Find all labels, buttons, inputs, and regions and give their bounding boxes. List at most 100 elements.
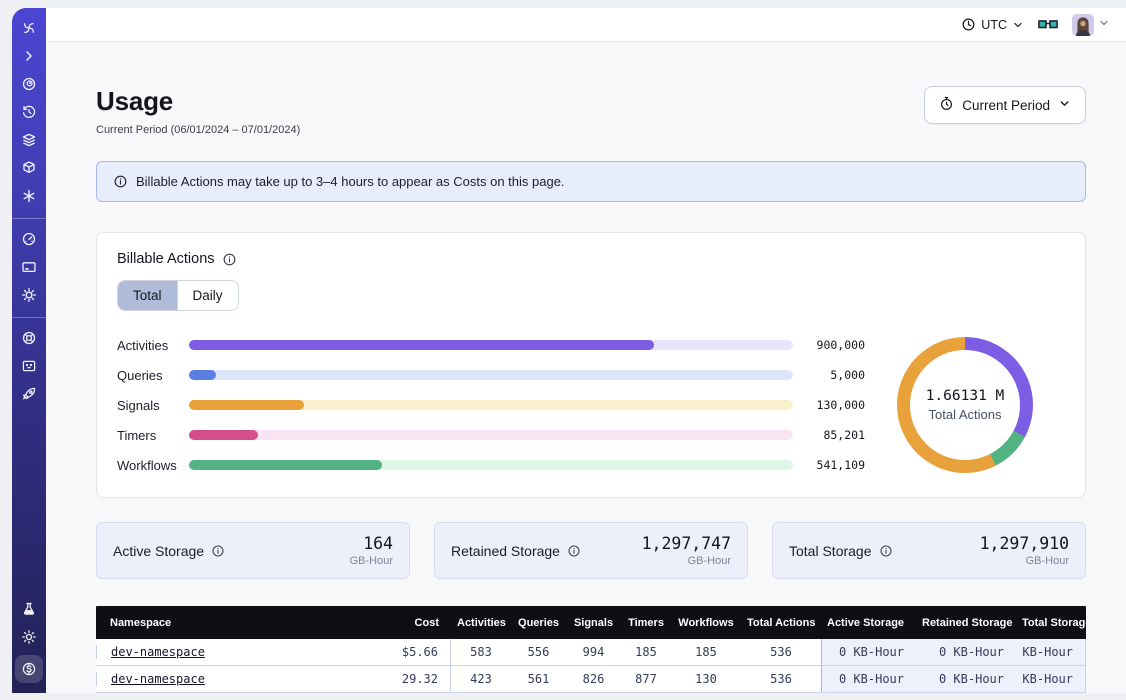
storage-summary-row: Active Storage 164 GB-Hour Retained Stor… — [96, 522, 1086, 579]
getting-started-rocket-icon[interactable] — [21, 386, 37, 402]
theme-sun-icon[interactable] — [21, 629, 37, 645]
main-area: UTC Usage Curren — [46, 8, 1126, 693]
total-storage-card: Total Storage 1,297,910 GB-Hour — [772, 522, 1086, 579]
chevron-down-icon — [1098, 16, 1110, 34]
cell-cost: $5.66 — [366, 639, 451, 665]
namespace-link[interactable]: dev-namespace — [111, 645, 205, 659]
dashboard-gauge-icon[interactable] — [21, 231, 37, 247]
account-menu[interactable] — [1072, 14, 1110, 36]
storage-card-label: Total Storage — [789, 543, 872, 559]
bar-fill — [189, 370, 216, 380]
active-storage-card: Active Storage 164 GB-Hour — [96, 522, 410, 579]
cell-workflows: 130 — [671, 672, 741, 686]
billable-actions-chart: Activities 900,000 Queries 5,000 Signals — [117, 337, 1065, 473]
storage-card-unit: GB-Hour — [350, 555, 393, 567]
bar-value: 130,000 — [805, 398, 865, 412]
cell-retained-storage: 0 KB-Hour — [916, 639, 1016, 665]
cell-signals: 826 — [566, 672, 621, 686]
table-header: Namespace Cost Activities Queries Signal… — [96, 606, 1086, 639]
bar-label: Workflows — [117, 458, 189, 473]
cell-queries: 556 — [511, 645, 566, 659]
col-active-storage: Active Storage — [821, 617, 916, 629]
bar-track — [189, 430, 793, 440]
info-icon[interactable] — [211, 544, 225, 558]
cube-icon[interactable] — [21, 160, 37, 176]
storage-card-unit: GB-Hour — [980, 555, 1069, 567]
content: Usage Current Period (06/01/2024 – 07/01… — [46, 42, 1126, 693]
cell-total-storage: 0 KB-Hour — [1016, 666, 1086, 692]
namespace-link[interactable]: dev-namespace — [111, 672, 205, 686]
cell-timers: 877 — [621, 672, 671, 686]
timezone-selector[interactable]: UTC — [961, 17, 1024, 32]
bar-value: 5,000 — [805, 368, 865, 382]
bar-label: Queries — [117, 368, 189, 383]
bar-fill — [189, 430, 258, 440]
bar-label: Signals — [117, 398, 189, 413]
sidebar-divider — [12, 218, 46, 219]
topbar: UTC — [46, 8, 1126, 42]
bar-track — [189, 370, 793, 380]
cell-retained-storage: 0 KB-Hour — [916, 666, 1016, 692]
bar-fill — [189, 340, 654, 350]
bar-row-signals: Signals 130,000 — [117, 398, 865, 413]
cell-queries: 561 — [511, 672, 566, 686]
col-timers: Timers — [621, 617, 671, 629]
cell-total-actions: 536 — [741, 672, 821, 686]
chevron-down-icon — [1012, 19, 1024, 31]
info-banner: Billable Actions may take up to 3–4 hour… — [96, 161, 1086, 202]
namespaces-eye-icon[interactable] — [21, 76, 37, 92]
total-actions-donut-chart: 1.66131 M Total Actions — [897, 337, 1033, 473]
bar-fill — [189, 400, 304, 410]
banner-text: Billable Actions may take up to 3–4 hour… — [136, 174, 565, 189]
tab-daily[interactable]: Daily — [177, 281, 238, 310]
period-button-label: Current Period — [962, 98, 1050, 113]
bar-row-workflows: Workflows 541,109 — [117, 458, 865, 473]
col-signals: Signals — [566, 617, 621, 629]
bar-row-queries: Queries 5,000 — [117, 368, 865, 383]
sidebar — [12, 8, 46, 693]
avatar — [1072, 14, 1094, 36]
sidebar-divider — [12, 317, 46, 318]
feedback-monitor-icon[interactable] — [21, 358, 37, 374]
billable-actions-tab-group: Total Daily — [117, 280, 239, 311]
cell-active-storage: 0 KB-Hour — [821, 666, 916, 692]
bar-value: 900,000 — [805, 338, 865, 352]
temporal-logo-icon[interactable] — [21, 20, 37, 36]
col-retained-storage: Retained Storage — [916, 617, 1016, 629]
info-icon[interactable] — [567, 544, 581, 558]
bar-track — [189, 400, 793, 410]
storage-card-value: 164 — [350, 534, 393, 553]
glasses-icon[interactable] — [1038, 18, 1058, 32]
bar-fill — [189, 460, 382, 470]
layers-icon[interactable] — [21, 132, 37, 148]
info-icon[interactable] — [222, 252, 237, 267]
asterisk-icon[interactable] — [21, 188, 37, 204]
tab-total[interactable]: Total — [118, 281, 177, 310]
col-cost: Cost — [366, 617, 451, 629]
col-queries: Queries — [511, 617, 566, 629]
labs-flask-icon[interactable] — [21, 601, 37, 617]
expand-chevron-icon[interactable] — [21, 48, 37, 64]
page-title: Usage — [96, 86, 300, 117]
history-clock-icon[interactable] — [21, 104, 37, 120]
bar-track — [189, 340, 793, 350]
info-icon[interactable] — [879, 544, 893, 558]
period-dropdown-button[interactable]: Current Period — [924, 86, 1086, 124]
stopwatch-icon — [939, 96, 954, 114]
timezone-label: UTC — [981, 18, 1007, 32]
cell-cost: 29.32 — [366, 666, 451, 692]
bar-row-timers: Timers 85,201 — [117, 428, 865, 443]
col-total-actions: Total Actions — [741, 617, 821, 629]
col-activities: Activities — [451, 617, 511, 629]
usage-nav-active[interactable] — [15, 655, 43, 683]
settings-gear-icon[interactable] — [21, 287, 37, 303]
storage-card-value: 1,297,747 — [642, 534, 731, 553]
app-window: UTC Usage Curren — [12, 8, 1126, 693]
page-subtitle: Current Period (06/01/2024 – 07/01/2024) — [96, 124, 300, 136]
support-lifebuoy-icon[interactable] — [21, 330, 37, 346]
col-workflows: Workflows — [671, 617, 741, 629]
billing-card-icon[interactable] — [21, 259, 37, 275]
table-row: dev-namespace 29.32 423 561 826 877 130 … — [96, 666, 1086, 693]
donut-center-value: 1.66131 M — [926, 388, 1005, 404]
storage-card-value: 1,297,910 — [980, 534, 1069, 553]
